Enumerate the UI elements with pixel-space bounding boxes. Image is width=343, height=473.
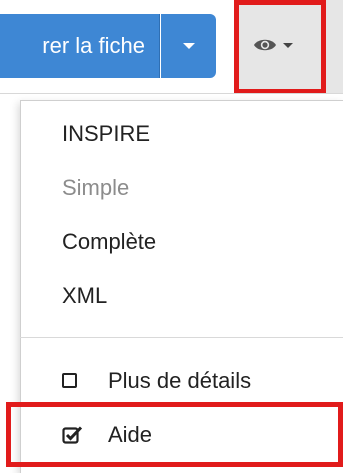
view-caret-down-icon (283, 43, 293, 48)
menu-item-xml[interactable]: XML (62, 283, 107, 309)
menu-item-complete[interactable]: Complète (62, 229, 156, 255)
menu-item-help[interactable]: Aide (108, 422, 152, 448)
save-record-button[interactable]: rer la fiche (0, 14, 160, 78)
caret-down-icon (182, 43, 195, 49)
menu-item-inspire[interactable]: INSPIRE (62, 121, 150, 147)
save-options-dropdown-button[interactable] (161, 14, 216, 78)
toolbar-divider (0, 93, 343, 94)
menu-item-simple: Simple (62, 175, 130, 200)
eye-icon (254, 39, 276, 51)
checked-box-icon[interactable] (62, 425, 84, 445)
menu-item-more-details[interactable]: Plus de détails (108, 368, 251, 394)
unchecked-box-icon[interactable] (62, 373, 77, 388)
menu-divider (20, 337, 343, 338)
screenshot-stage: rer la fiche INSPIRE Simple Complète XML… (0, 0, 343, 473)
save-record-label: rer la fiche (42, 33, 145, 58)
